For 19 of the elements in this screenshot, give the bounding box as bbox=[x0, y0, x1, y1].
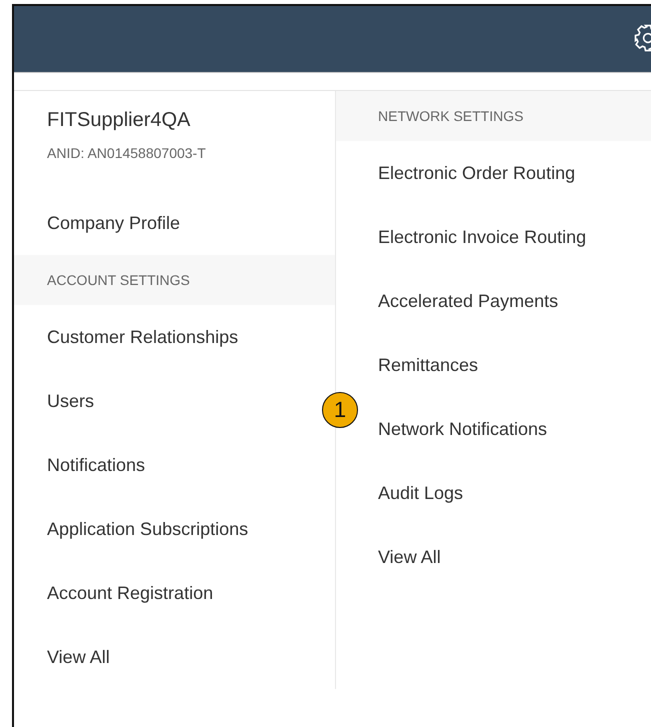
menu-link[interactable]: Remittances bbox=[378, 353, 478, 377]
menu-link[interactable]: Notifications bbox=[47, 453, 146, 477]
menu-link[interactable]: Customer Relationships bbox=[47, 325, 238, 349]
section-heading: NETWORK SETTINGS bbox=[336, 91, 651, 141]
menu-link[interactable]: Account Registration bbox=[47, 581, 214, 605]
account-id: ANID: AN01458807003-T bbox=[47, 145, 207, 161]
menu-link[interactable]: Electronic Order Routing bbox=[378, 161, 576, 185]
menu-link[interactable]: Audit Logs bbox=[378, 481, 464, 505]
menu-link[interactable]: Accelerated Payments bbox=[378, 289, 558, 313]
section-heading: ACCOUNT SETTINGS bbox=[14, 255, 335, 305]
menu-link[interactable]: Electronic Invoice Routing bbox=[378, 225, 586, 249]
menu-link[interactable]: Users bbox=[47, 389, 94, 413]
menu-link[interactable]: View All bbox=[47, 645, 110, 669]
menu-link[interactable]: View All bbox=[378, 545, 441, 569]
callout-badge: 1 bbox=[322, 392, 358, 428]
menu-link[interactable]: Network Notifications bbox=[378, 417, 548, 441]
account-name: FITSupplier4QA bbox=[47, 109, 192, 132]
menu-link[interactable]: Company Profile bbox=[47, 211, 180, 235]
menu-link[interactable]: Application Subscriptions bbox=[47, 517, 248, 541]
